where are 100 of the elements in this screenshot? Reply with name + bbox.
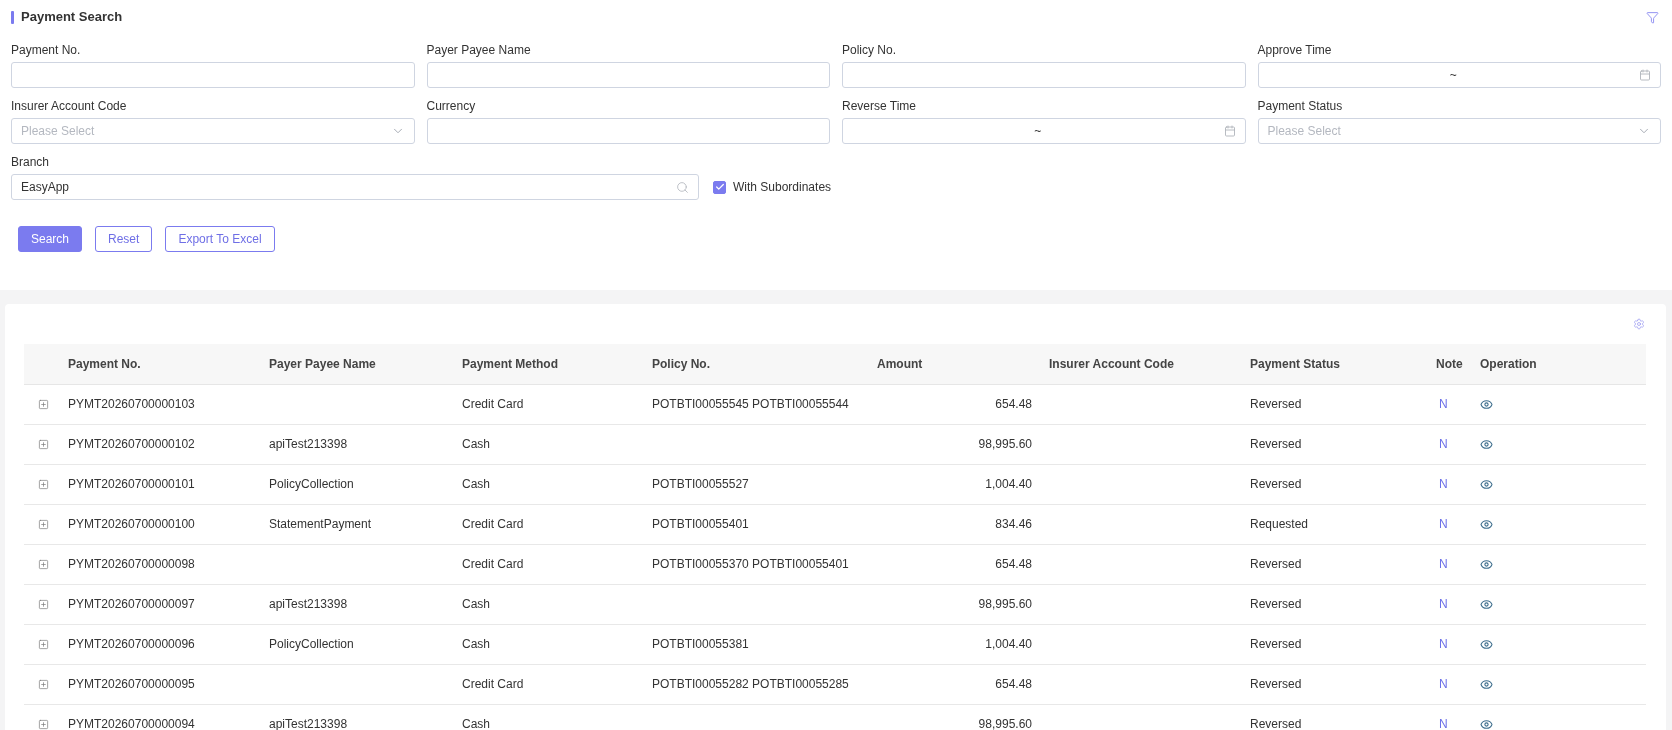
expand-icon[interactable] <box>38 438 49 450</box>
table-cell: PYMT20260700000101 <box>68 477 195 491</box>
note-link[interactable]: N <box>1439 477 1448 491</box>
table-cell: Cash <box>462 597 490 611</box>
table-cell: PYMT20260700000094 <box>68 717 195 730</box>
expand-icon[interactable] <box>38 598 49 610</box>
table-cell: Reversed <box>1250 557 1302 571</box>
note-link[interactable]: N <box>1439 597 1448 611</box>
note-link[interactable]: N <box>1439 437 1448 451</box>
table-cell: apiTest213398 <box>269 437 348 451</box>
table-cell: StatementPayment <box>269 517 372 531</box>
table-cell: apiTest213398 <box>269 597 348 611</box>
table-cell: Credit Card <box>462 677 524 691</box>
table-cell: Reversed <box>1250 637 1302 651</box>
eye-icon[interactable] <box>1480 437 1493 451</box>
eye-icon[interactable] <box>1480 717 1493 730</box>
eye-icon[interactable] <box>1480 637 1493 651</box>
reset-button[interactable]: Reset <box>95 226 153 252</box>
expand-icon[interactable] <box>38 718 49 730</box>
field-label: Reverse Time <box>842 98 917 115</box>
search-field[interactable]: EasyApp <box>11 174 699 200</box>
title-accent-bar <box>11 10 14 24</box>
table-cell: POTBTI00055370 POTBTI00055401 <box>652 557 849 571</box>
field-label: Branch <box>11 154 50 171</box>
note-link[interactable]: N <box>1439 557 1448 571</box>
field-label: Payment No. <box>11 42 81 59</box>
table-cell: Reversed <box>1250 677 1302 691</box>
eye-icon[interactable] <box>1480 677 1493 691</box>
input-field[interactable] <box>11 62 415 88</box>
column-header: Payment Status <box>1250 356 1341 371</box>
table-cell: 834.46 <box>995 517 1032 531</box>
column-header: Note <box>1436 356 1463 371</box>
expand-icon[interactable] <box>38 638 49 650</box>
settings-icon[interactable] <box>1633 318 1645 330</box>
table-cell: PolicyCollection <box>269 637 354 651</box>
column-header: Amount <box>877 356 923 371</box>
table-cell: 1,004.40 <box>985 637 1032 651</box>
table-cell: Cash <box>462 437 490 451</box>
checkbox[interactable] <box>713 180 726 194</box>
eye-icon[interactable] <box>1480 557 1493 571</box>
date-range-field[interactable]: ~ <box>1257 62 1661 88</box>
table-cell: Credit Card <box>462 397 524 411</box>
table-cell: POTBTI00055282 POTBTI00055285 <box>652 677 849 691</box>
note-link[interactable]: N <box>1439 397 1448 411</box>
table-cell: 654.48 <box>995 397 1032 411</box>
table-cell: PYMT20260700000097 <box>68 597 195 611</box>
table-cell: Reversed <box>1250 397 1302 411</box>
input-field[interactable] <box>426 118 830 144</box>
expand-icon[interactable] <box>38 478 49 490</box>
column-header: Payer Payee Name <box>269 356 376 371</box>
export-button[interactable]: Export To Excel <box>165 226 275 252</box>
note-link[interactable]: N <box>1439 677 1448 691</box>
eye-icon[interactable] <box>1480 477 1493 491</box>
eye-icon[interactable] <box>1480 597 1493 611</box>
table-cell: Credit Card <box>462 517 524 531</box>
search-button[interactable]: Search <box>18 226 83 252</box>
filter-icon[interactable] <box>1646 10 1659 24</box>
eye-icon[interactable] <box>1480 397 1493 411</box>
expand-icon[interactable] <box>38 518 49 530</box>
note-link[interactable]: N <box>1439 517 1448 531</box>
table-cell: Cash <box>462 477 490 491</box>
date-range-field[interactable]: ~ <box>842 118 1246 144</box>
table-cell: Requested <box>1250 517 1309 531</box>
table-cell: PYMT20260700000095 <box>68 677 195 691</box>
table-cell: PolicyCollection <box>269 477 354 491</box>
note-link[interactable]: N <box>1439 717 1448 730</box>
search-icon <box>676 180 689 194</box>
range-separator: ~ <box>1034 123 1042 140</box>
table-cell: Reversed <box>1250 477 1302 491</box>
table-cell: 98,995.60 <box>978 717 1032 730</box>
field-label: Payment Status <box>1257 98 1343 115</box>
table-cell: PYMT20260700000096 <box>68 637 195 651</box>
expand-icon[interactable] <box>38 558 49 570</box>
field-label: Approve Time <box>1257 42 1332 59</box>
field-label: Currency <box>426 98 476 115</box>
calendar-icon <box>1223 125 1236 137</box>
column-header: Operation <box>1480 356 1537 371</box>
table-cell: apiTest213398 <box>269 717 348 730</box>
range-separator: ~ <box>1449 67 1457 84</box>
table-cell: PYMT20260700000103 <box>68 397 195 411</box>
input-field[interactable] <box>842 62 1246 88</box>
expand-icon[interactable] <box>38 678 49 690</box>
table-cell: Cash <box>462 717 490 730</box>
table-cell: PYMT20260700000102 <box>68 437 195 451</box>
table-cell: POTBTI00055527 <box>652 477 749 491</box>
table-cell: 1,004.40 <box>985 477 1032 491</box>
table-cell: Reversed <box>1250 437 1302 451</box>
field-label: Payer Payee Name <box>426 42 531 59</box>
field-label: Policy No. <box>842 42 897 59</box>
table-cell: 654.48 <box>995 677 1032 691</box>
panel-title: Payment Search <box>21 8 123 27</box>
expand-icon[interactable] <box>38 398 49 410</box>
checkbox-label: With Subordinates <box>733 179 832 196</box>
eye-icon[interactable] <box>1480 517 1493 531</box>
calendar-icon <box>1639 69 1651 81</box>
note-link[interactable]: N <box>1439 637 1448 651</box>
column-header: Insurer Account Code <box>1049 356 1174 371</box>
input-field[interactable] <box>426 62 830 88</box>
table-cell: PYMT20260700000098 <box>68 557 195 571</box>
column-header: Payment Method <box>462 356 558 371</box>
